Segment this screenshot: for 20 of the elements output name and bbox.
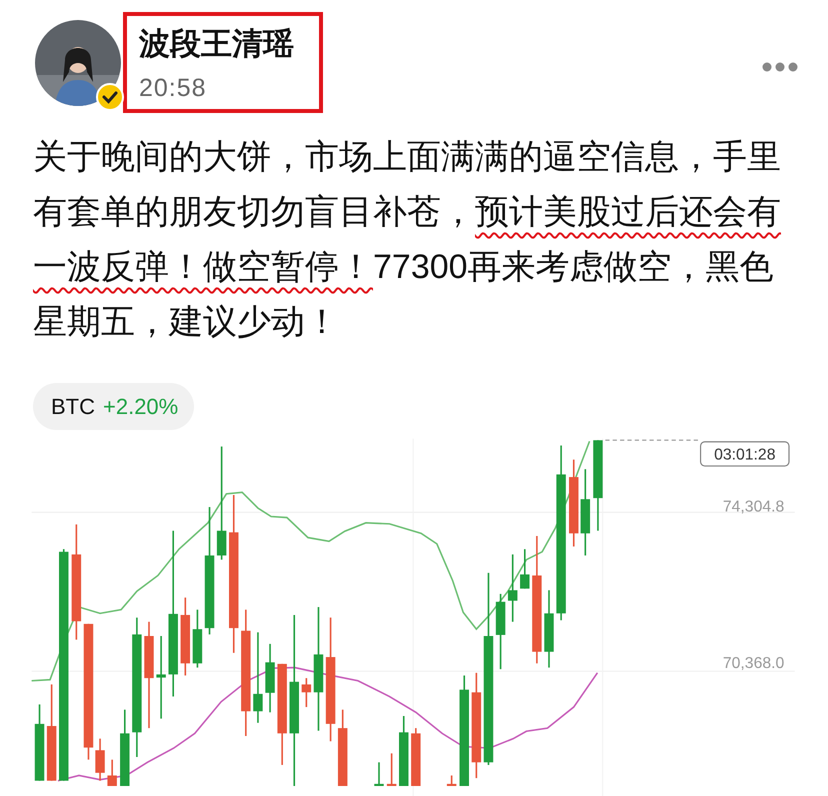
candle — [302, 678, 312, 708]
candle — [411, 728, 421, 786]
price-label: 70,368.0 — [722, 655, 784, 672]
candle — [374, 762, 384, 786]
candle — [386, 753, 396, 786]
candle — [192, 610, 202, 668]
price-label: 74,304.8 — [722, 498, 784, 516]
candle — [107, 760, 117, 786]
post-time: 20:58 — [139, 73, 208, 104]
ticker-chip[interactable]: BTC +2.20% — [33, 383, 194, 430]
candle — [399, 716, 408, 786]
candle — [265, 644, 275, 712]
more-icon[interactable] — [762, 62, 798, 72]
candle — [508, 554, 518, 622]
candle — [520, 549, 530, 589]
candle — [95, 738, 105, 781]
countdown-tag: 03:01:28 — [700, 441, 790, 467]
author-name[interactable]: 波段王清瑶 — [139, 24, 307, 64]
candle — [446, 775, 456, 786]
post-text: 关于晚间的大饼，市场上面满满的逼空信息，手里有套单的朋友切勿盲目补苍，预计美股过后还会有一波反弹！做空暂停！77300再来考虑做空，黑色星期五，建议少动！ — [33, 137, 782, 343]
